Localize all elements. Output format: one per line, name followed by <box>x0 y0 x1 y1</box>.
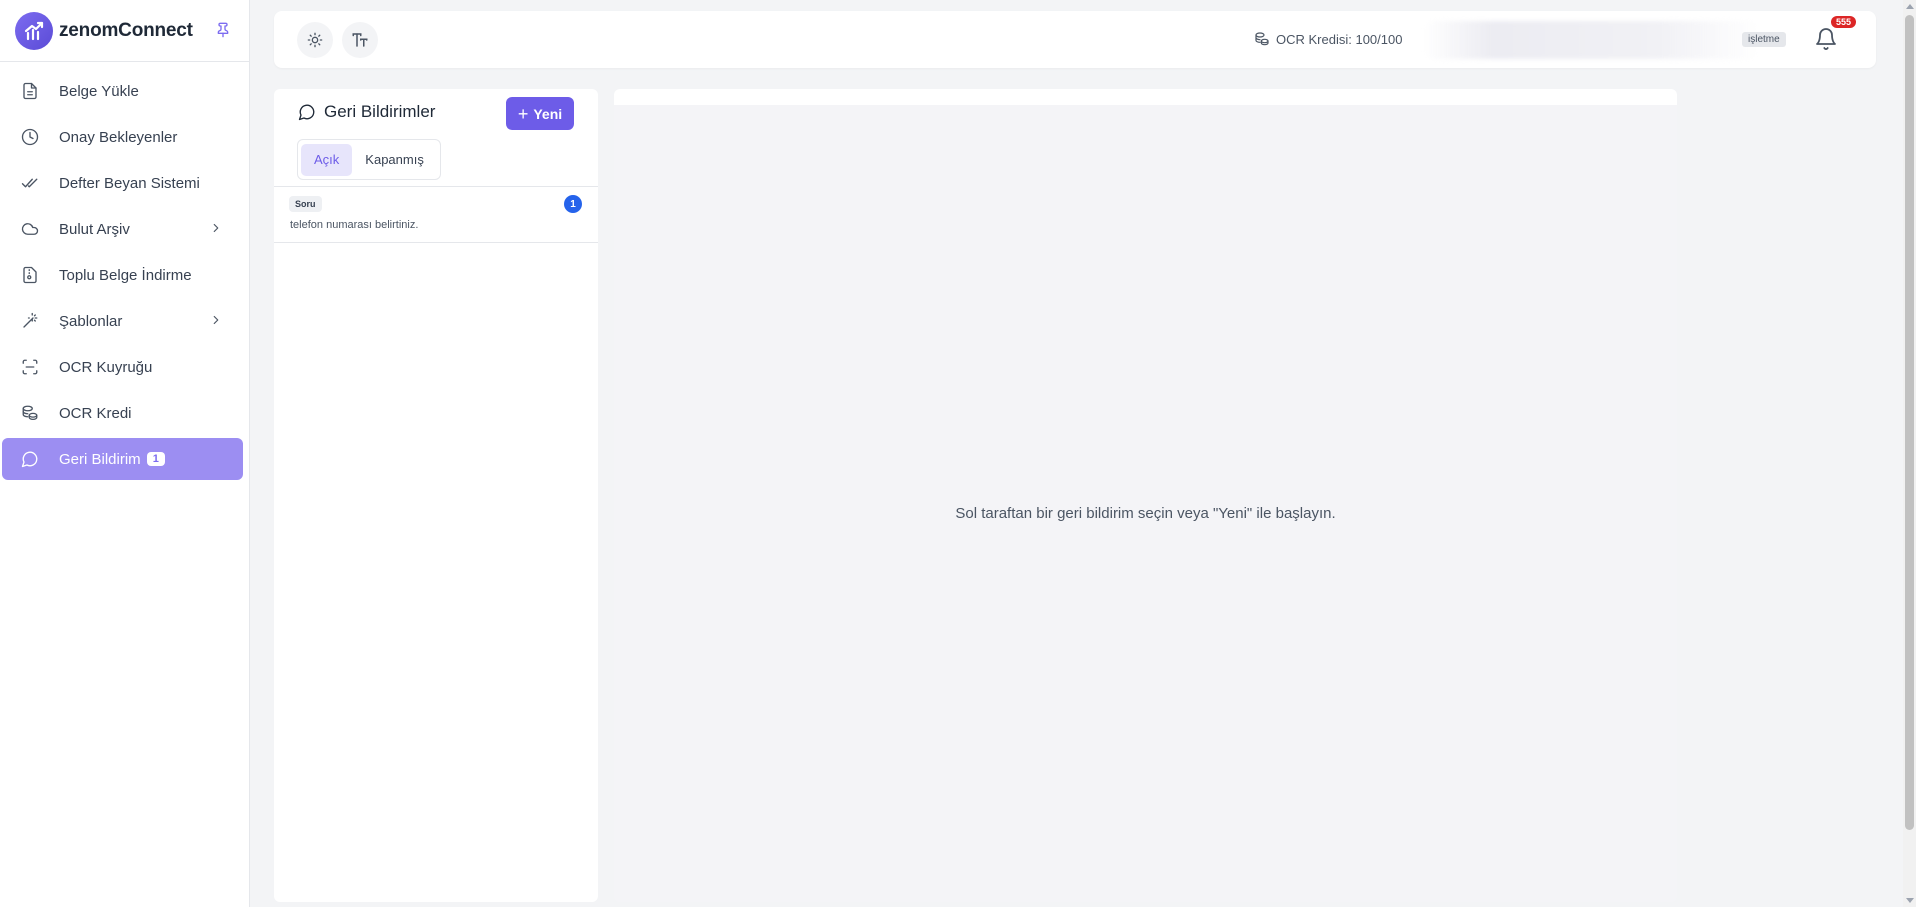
brand: zenomConnect <box>0 0 249 62</box>
sidebar-item-label: Toplu Belge İndirme <box>59 266 192 284</box>
theme-toggle-button[interactable] <box>297 22 333 58</box>
empty-state-message: Sol taraftan bir geri bildirim seçin vey… <box>955 505 1336 522</box>
sidebar-item-label: OCR Kuyruğu <box>59 358 153 376</box>
sidebar-item-ocr-kredi[interactable]: OCR Kredi <box>2 392 243 434</box>
magic-wand-icon <box>20 311 40 331</box>
scroll-thumb[interactable] <box>1905 15 1914 830</box>
coins-icon <box>20 403 40 423</box>
chevron-right-icon <box>213 223 219 233</box>
cloud-icon <box>20 219 40 239</box>
tab-kapanmis[interactable]: Kapanmış <box>352 144 437 176</box>
sidebar-item-defter-beyan[interactable]: Defter Beyan Sistemi <box>2 162 243 204</box>
sidebar-item-belge-yukle[interactable]: Belge Yükle <box>2 70 243 112</box>
clock-icon <box>20 127 40 147</box>
sidebar-item-sablonlar[interactable]: Şablonlar <box>2 300 243 342</box>
sidebar-item-label: Onay Bekleyenler <box>59 128 178 146</box>
feedback-title: Geri Bildirimler <box>298 102 435 122</box>
file-archive-icon <box>20 265 40 285</box>
item-category-tag: Soru <box>289 196 322 212</box>
plus-icon: + <box>517 103 529 124</box>
sidebar-item-label: Şablonlar <box>59 312 123 330</box>
sidebar: zenomConnect Belge Yükle Onay Bekleyenle… <box>0 0 250 907</box>
chevron-right-icon <box>213 315 219 325</box>
sidebar-item-label: OCR Kredi <box>59 404 132 422</box>
sidebar-item-label: Defter Beyan Sistemi <box>59 174 200 192</box>
sidebar-item-geri-bildirim[interactable]: Geri Bildirim 1 <box>2 438 243 480</box>
ocr-credit: OCR Kredisi: 100/100 <box>1254 31 1402 47</box>
sidebar-item-onay-bekleyenler[interactable]: Onay Bekleyenler <box>2 116 243 158</box>
scroll-down-icon[interactable] <box>1906 898 1914 903</box>
feedback-detail-panel: Sol taraftan bir geri bildirim seçin vey… <box>614 89 1677 902</box>
text-size-icon <box>352 33 368 47</box>
logo-icon[interactable] <box>15 11 53 50</box>
sidebar-item-label: Bulut Arşiv <box>59 220 130 238</box>
feedback-list-item[interactable]: Soru 1 telefon numarası belirtiniz. <box>274 187 598 243</box>
topbar: OCR Kredisi: 100/100 işletme 555 <box>274 11 1876 68</box>
user-info[interactable] <box>1424 21 1759 59</box>
font-size-button[interactable] <box>342 22 378 58</box>
feedback-list-header: Geri Bildirimler + Yeni Açık Kapanmış <box>274 89 598 187</box>
sidebar-item-label: Geri Bildirim <box>59 450 141 468</box>
sidebar-item-badge: 1 <box>146 452 165 466</box>
double-check-icon <box>20 173 40 193</box>
brand-name[interactable]: zenomConnect <box>59 20 193 42</box>
item-preview-text: telefon numarası belirtiniz. <box>290 219 419 231</box>
message-circle-icon <box>298 104 315 121</box>
feedback-list-panel: Geri Bildirimler + Yeni Açık Kapanmış So… <box>274 89 598 902</box>
scan-icon <box>20 357 40 377</box>
notification-badge: 555 <box>1831 16 1857 28</box>
scroll-up-icon[interactable] <box>1906 4 1914 9</box>
bell-icon[interactable] <box>1814 27 1838 51</box>
pin-icon[interactable] <box>215 22 231 38</box>
file-icon <box>20 81 40 101</box>
status-tabs: Açık Kapanmış <box>297 139 441 180</box>
page-scrollbar[interactable] <box>1903 0 1916 907</box>
sidebar-nav: Belge Yükle Onay Bekleyenler Defter Beya… <box>0 62 249 480</box>
business-badge: işletme <box>1742 32 1786 47</box>
sun-icon <box>307 32 323 48</box>
ocr-credit-text: OCR Kredisi: 100/100 <box>1276 31 1403 47</box>
sidebar-item-ocr-kuyrugu[interactable]: OCR Kuyruğu <box>2 346 243 388</box>
coins-icon <box>1255 32 1269 46</box>
new-feedback-label: Yeni <box>533 105 563 122</box>
sidebar-item-bulut-arsiv[interactable]: Bulut Arşiv <box>2 208 243 250</box>
feedback-title-text: Geri Bildirimler <box>324 102 436 121</box>
message-circle-icon <box>20 449 40 469</box>
tab-acik[interactable]: Açık <box>301 143 353 176</box>
sidebar-item-toplu-belge[interactable]: Toplu Belge İndirme <box>2 254 243 296</box>
item-message-count: 1 <box>564 195 582 213</box>
sidebar-item-label: Belge Yükle <box>59 82 139 100</box>
new-feedback-button[interactable]: + Yeni <box>506 97 574 130</box>
